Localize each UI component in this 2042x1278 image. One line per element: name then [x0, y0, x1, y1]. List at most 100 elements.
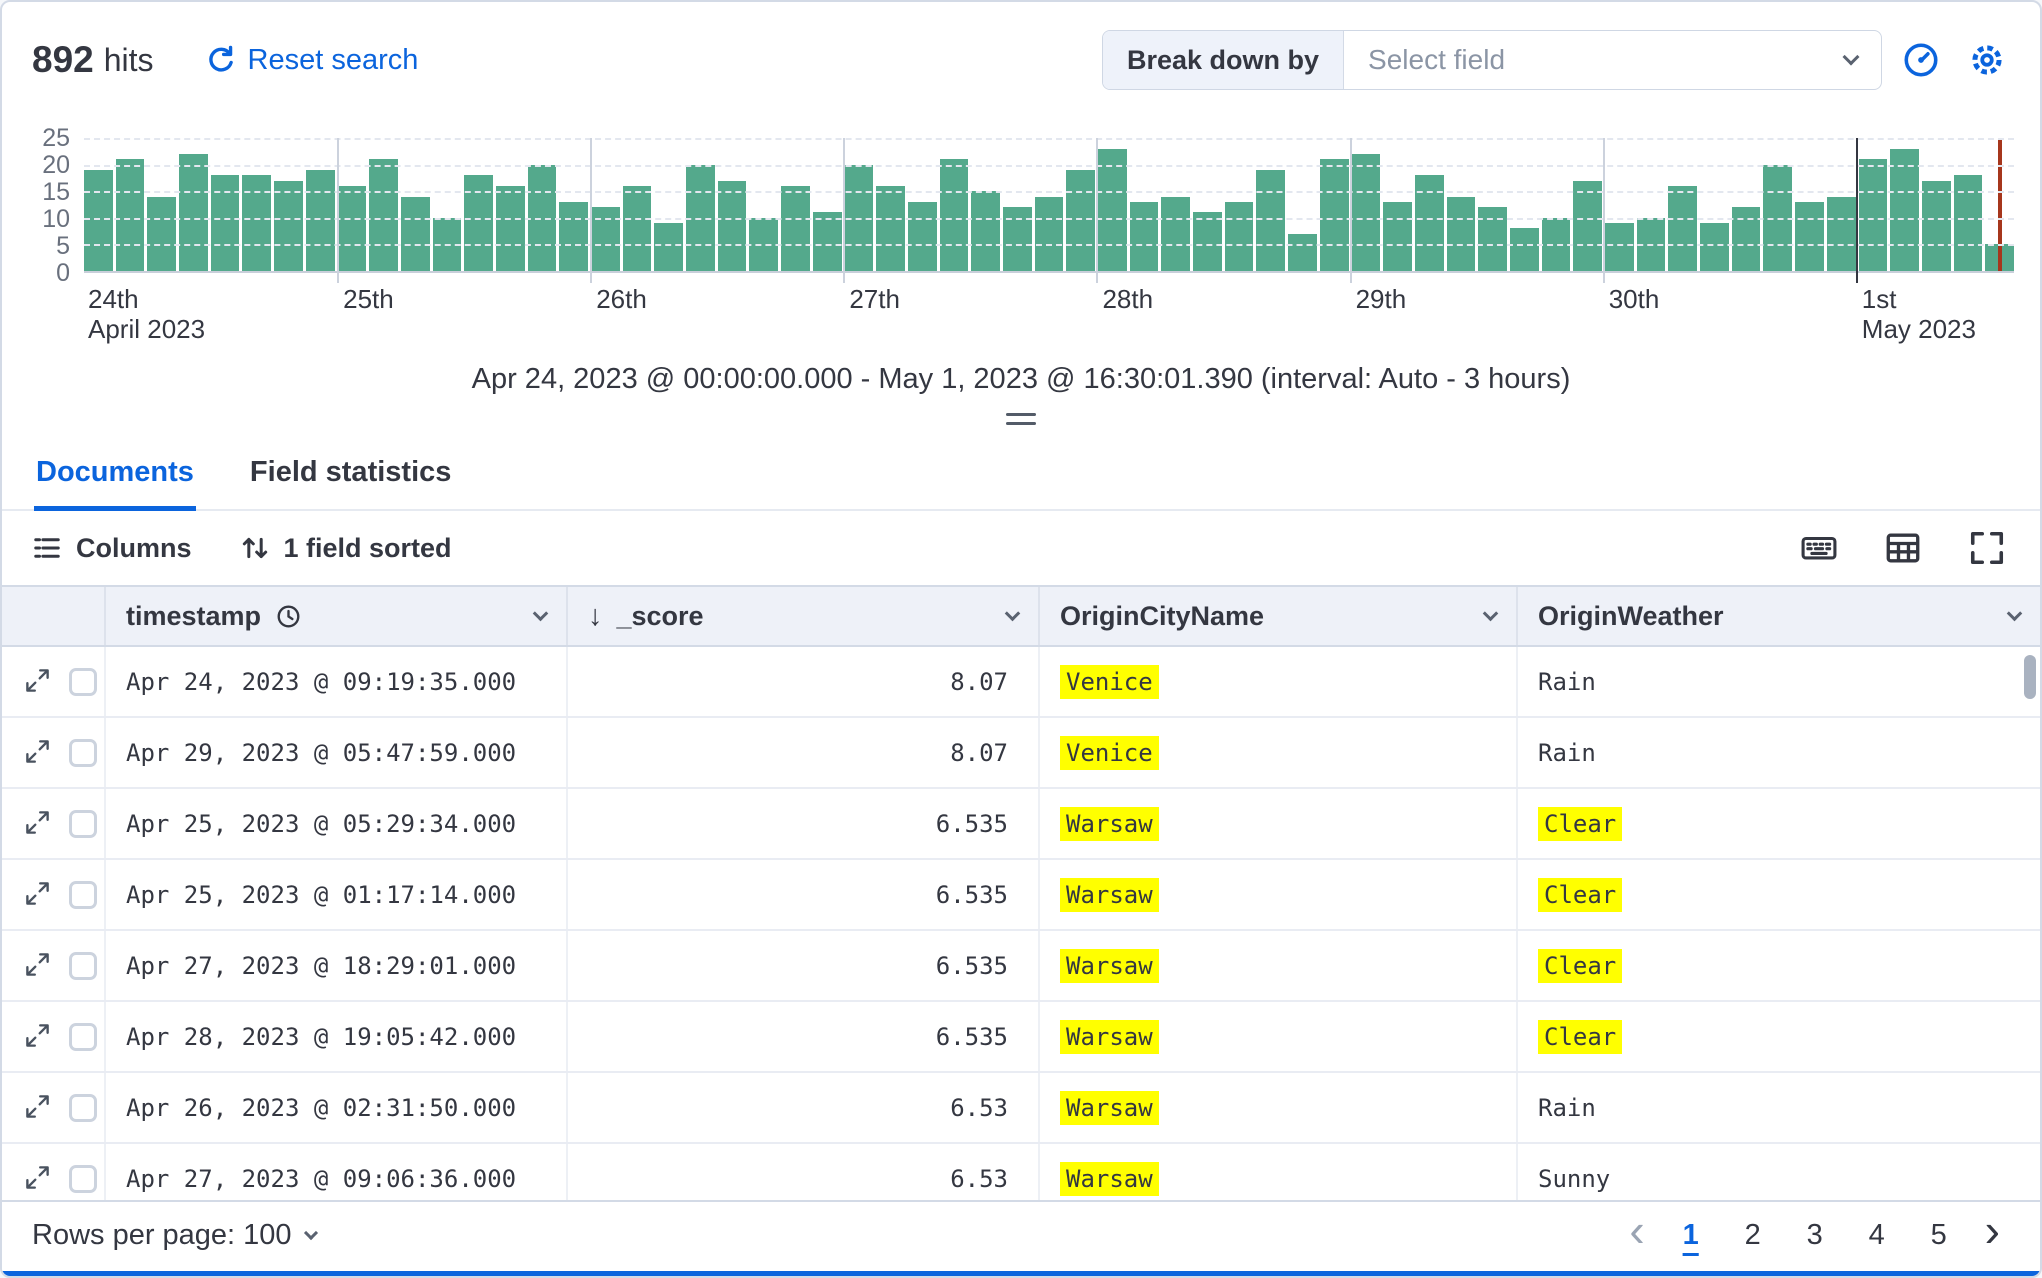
columns-button[interactable]: Columns [32, 533, 192, 564]
column-header-timestamp[interactable]: timestamp [106, 587, 568, 645]
expand-row-button[interactable] [24, 1164, 51, 1194]
tab-documents[interactable]: Documents [34, 442, 196, 511]
histogram-bar[interactable] [1002, 207, 1032, 271]
next-page-button[interactable]: › [1975, 1207, 2010, 1263]
histogram-bar[interactable] [1858, 159, 1888, 271]
histogram-bar[interactable] [939, 159, 969, 271]
histogram-bar[interactable] [242, 175, 272, 271]
chart-resize-handle[interactable] [2, 396, 2040, 442]
column-header-originweather[interactable]: OriginWeather [1518, 587, 2040, 645]
expand-row-button[interactable] [24, 880, 51, 910]
histogram-bar[interactable] [971, 191, 1000, 271]
histogram-bar[interactable] [1066, 169, 1095, 271]
histogram-bar[interactable] [1700, 223, 1729, 271]
row-checkbox[interactable] [69, 1164, 97, 1193]
row-checkbox[interactable] [69, 667, 97, 696]
histogram-bar[interactable] [812, 212, 842, 271]
sort-fields-button[interactable]: 1 field sorted [240, 533, 452, 564]
scrollbar-thumb[interactable] [2024, 655, 2036, 699]
histogram-bar[interactable] [1288, 233, 1317, 271]
histogram-bar[interactable] [1319, 159, 1349, 271]
row-checkbox[interactable] [69, 1093, 97, 1122]
histogram-bar[interactable] [1034, 196, 1064, 271]
cell-value: Warsaw [1060, 877, 1159, 912]
histogram-bar[interactable] [1795, 201, 1824, 271]
histogram-bar[interactable] [1129, 201, 1159, 271]
previous-page-button[interactable]: ‹ [1619, 1207, 1654, 1263]
histogram-bar[interactable] [400, 196, 430, 271]
column-header-score[interactable]: ↓ _score [568, 587, 1040, 645]
histogram-settings-button[interactable] [1960, 33, 2014, 87]
page-button-1[interactable]: 1 [1665, 1209, 1717, 1261]
fullscreen-button[interactable] [1964, 525, 2010, 571]
rows-per-page-button[interactable]: Rows per page: 100 [32, 1219, 318, 1252]
expand-row-button[interactable] [24, 951, 51, 981]
histogram-bar[interactable] [1953, 175, 1983, 271]
expand-row-button[interactable] [24, 1022, 51, 1052]
row-checkbox[interactable] [69, 1022, 97, 1051]
histogram-bar[interactable] [1921, 180, 1951, 271]
keyboard-shortcuts-button[interactable] [1796, 525, 1842, 571]
histogram-bar[interactable] [1224, 201, 1254, 271]
histogram-bar[interactable] [781, 185, 810, 271]
histogram-bar[interactable] [337, 185, 367, 271]
histogram-bar[interactable] [464, 175, 493, 271]
histogram-bar[interactable] [622, 185, 652, 271]
current-time-marker [1998, 138, 2002, 271]
cell-score: 6.535 [568, 1002, 1040, 1071]
row-checkbox[interactable] [69, 951, 97, 980]
column-header-origincityname[interactable]: OriginCityName [1040, 587, 1518, 645]
expand-row-button[interactable] [24, 1093, 51, 1123]
page-button-4[interactable]: 4 [1851, 1209, 1903, 1261]
histogram-bar[interactable] [179, 153, 208, 271]
display-options-button[interactable] [1880, 525, 1926, 571]
row-checkbox[interactable] [69, 738, 97, 767]
histogram-bar[interactable] [1478, 207, 1507, 271]
histogram-bar[interactable] [1383, 201, 1412, 271]
histogram-bar[interactable] [1668, 185, 1698, 271]
histogram-bar[interactable] [1161, 196, 1191, 271]
row-checkbox[interactable] [69, 809, 97, 838]
histogram-bar[interactable] [1414, 175, 1444, 271]
histogram-bar[interactable] [1256, 169, 1286, 271]
page-button-5[interactable]: 5 [1913, 1209, 1965, 1261]
histogram-bar[interactable] [1446, 196, 1476, 271]
histogram-bar[interactable] [1573, 180, 1602, 271]
histogram-bar[interactable] [1826, 196, 1856, 271]
histogram-bar[interactable] [876, 185, 905, 271]
chart-options-button[interactable] [1894, 33, 1948, 87]
histogram-bar[interactable] [591, 207, 620, 271]
histogram-bar[interactable] [369, 159, 398, 271]
histogram-bar[interactable] [1731, 207, 1761, 271]
histogram-bar[interactable] [115, 159, 145, 271]
histogram-bar[interactable] [274, 180, 303, 271]
page-button-2[interactable]: 2 [1727, 1209, 1779, 1261]
histogram-bar[interactable] [559, 201, 588, 271]
expand-row-button[interactable] [24, 667, 51, 697]
histogram-bar[interactable] [654, 223, 684, 271]
histogram-bar[interactable] [1193, 212, 1222, 271]
histogram-bar[interactable] [84, 169, 113, 271]
histogram-bar[interactable] [1098, 148, 1127, 271]
histogram-plot[interactable] [84, 138, 2014, 283]
histogram-bar[interactable] [717, 180, 747, 271]
histogram-y-axis: 25 20 15 10 5 0 [32, 124, 76, 287]
histogram-bar[interactable] [1351, 153, 1381, 271]
expand-row-button[interactable] [24, 809, 51, 839]
vertical-scrollbar[interactable] [2024, 655, 2036, 699]
page-button-3[interactable]: 3 [1789, 1209, 1841, 1261]
histogram-bar[interactable] [1509, 228, 1539, 271]
reset-search-button[interactable]: Reset search [206, 44, 418, 77]
expand-row-button[interactable] [24, 738, 51, 768]
histogram-bar[interactable] [495, 185, 525, 271]
cell-value: Venice [1060, 735, 1159, 770]
histogram-bar[interactable] [1605, 223, 1634, 271]
histogram-bar[interactable] [305, 169, 335, 271]
breakdown-select[interactable]: Select field [1344, 31, 1881, 89]
row-checkbox[interactable] [69, 880, 97, 909]
histogram-bar[interactable] [210, 175, 240, 271]
histogram-bar[interactable] [907, 201, 937, 271]
histogram-bar[interactable] [1890, 148, 1919, 271]
tab-field-statistics[interactable]: Field statistics [248, 442, 453, 509]
histogram-bar[interactable] [147, 196, 177, 271]
